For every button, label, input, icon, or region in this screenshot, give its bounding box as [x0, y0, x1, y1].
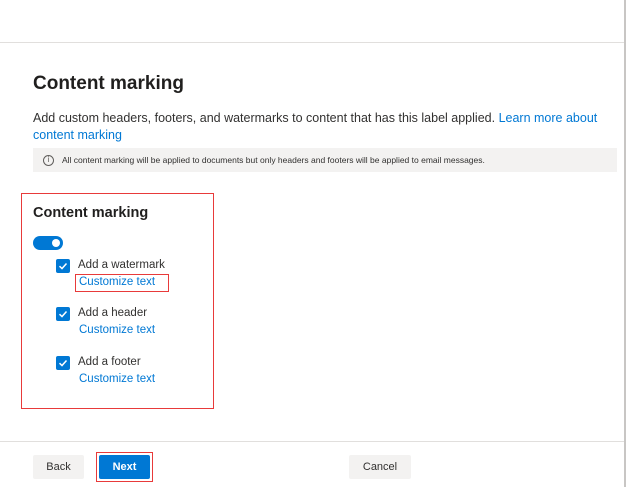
- page-title: Content marking: [33, 73, 184, 94]
- info-icon: i: [43, 154, 54, 166]
- header-customize-link[interactable]: Customize text: [79, 324, 155, 336]
- footer-checkbox[interactable]: [56, 356, 70, 370]
- cancel-button[interactable]: Cancel: [349, 455, 411, 479]
- description-text: Add custom headers, footers, and waterma…: [33, 111, 496, 125]
- content-marking-toggle[interactable]: [33, 236, 63, 250]
- watermark-checkbox[interactable]: [56, 259, 70, 273]
- footer-customize-link[interactable]: Customize text: [79, 373, 155, 385]
- header-checkbox[interactable]: [56, 307, 70, 321]
- page-description: Add custom headers, footers, and waterma…: [33, 110, 598, 144]
- footer-label: Add a footer: [78, 356, 141, 368]
- checkmark-icon: [58, 359, 68, 367]
- watermark-label: Add a watermark: [78, 259, 165, 271]
- header-label: Add a header: [78, 307, 148, 319]
- header-divider: [0, 42, 624, 43]
- back-button[interactable]: Back: [33, 455, 84, 479]
- customize-link-highlight: [75, 274, 169, 292]
- checkmark-icon: [58, 262, 68, 270]
- footer-divider: [0, 441, 624, 442]
- section-title: Content marking: [33, 205, 149, 221]
- info-message-text: All content marking will be applied to d…: [62, 155, 485, 165]
- next-button-highlight: [96, 452, 153, 482]
- checkmark-icon: [58, 310, 68, 318]
- info-message-bar: i All content marking will be applied to…: [33, 148, 617, 172]
- toggle-knob: [52, 239, 60, 247]
